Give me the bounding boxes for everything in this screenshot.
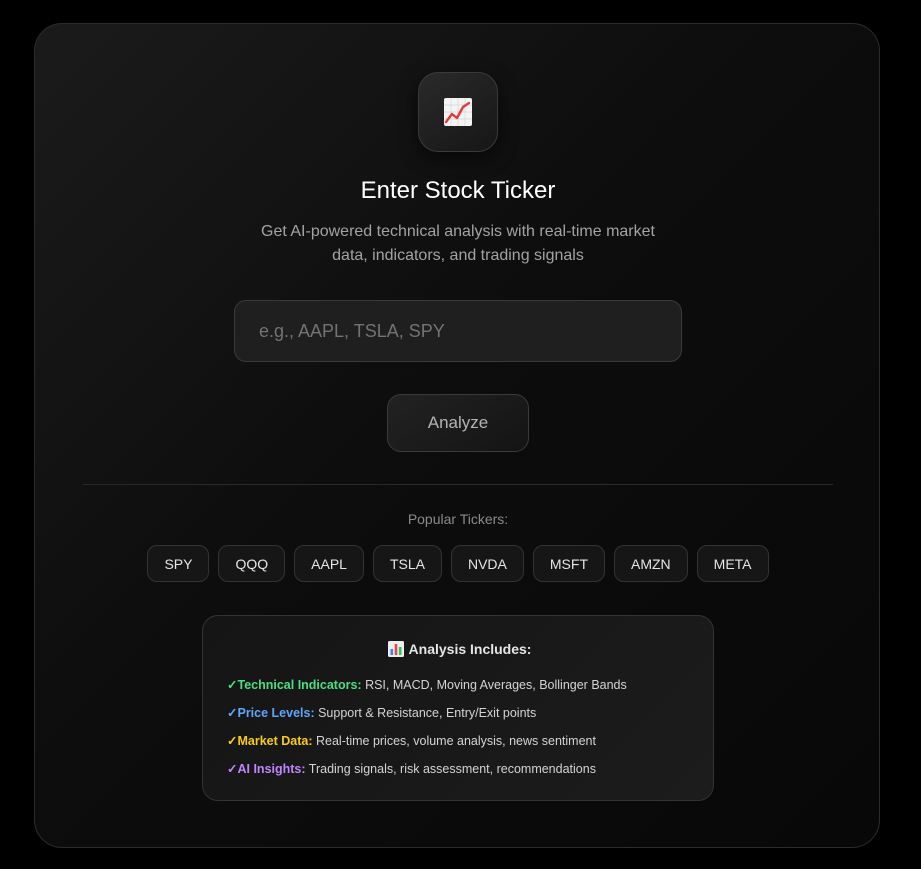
ticker-chip-tsla[interactable]: TSLA [372, 545, 442, 582]
check-icon: ✓ [227, 678, 238, 692]
feature-text: RSI, MACD, Moving Averages, Bollinger Ba… [361, 678, 627, 692]
ticker-chip-qqq[interactable]: QQQ [218, 545, 286, 582]
popular-tickers-list: SPY QQQ AAPL TSLA NVDA MSFT AMZN META [35, 545, 881, 582]
analysis-includes-panel: Analysis Includes: ✓Technical Indicators… [202, 615, 714, 801]
logo-badge [418, 72, 498, 152]
ticker-chip-meta[interactable]: META [696, 545, 769, 582]
check-icon: ✓ [227, 706, 238, 720]
feature-text: Support & Resistance, Entry/Exit points [314, 706, 537, 720]
divider [83, 484, 833, 485]
feature-label: Price Levels: [237, 706, 315, 720]
ticker-chip-amzn[interactable]: AMZN [614, 545, 688, 582]
feature-text: Real-time prices, volume analysis, news … [312, 734, 596, 748]
ticker-chip-aapl[interactable]: AAPL [294, 545, 364, 582]
ticker-card: Enter Stock Ticker Get AI-powered techni… [34, 23, 880, 848]
check-icon: ✓ [227, 734, 238, 748]
page-subtitle: Get AI-powered technical analysis with r… [261, 223, 655, 264]
feature-item-ai-insights: ✓AI Insights: Trading signals, risk asse… [227, 761, 596, 776]
chart-increasing-icon [444, 98, 472, 126]
bar-chart-icon [387, 641, 404, 657]
check-icon: ✓ [227, 762, 238, 776]
ticker-chip-msft[interactable]: MSFT [532, 545, 605, 582]
feature-item-market-data: ✓Market Data: Real-time prices, volume a… [227, 733, 596, 748]
feature-label: Market Data: [237, 734, 313, 748]
analysis-includes-title-text: Analysis Includes: [408, 641, 532, 657]
ticker-chip-nvda[interactable]: NVDA [450, 545, 524, 582]
page-title: Enter Stock Ticker [360, 177, 556, 204]
feature-text: Trading signals, risk assessment, recomm… [305, 762, 596, 776]
ticker-chip-spy[interactable]: SPY [147, 545, 210, 582]
ticker-input[interactable] [234, 300, 682, 362]
feature-item-technical-indicators: ✓Technical Indicators: RSI, MACD, Moving… [227, 677, 627, 692]
feature-item-price-levels: ✓Price Levels: Support & Resistance, Ent… [227, 705, 536, 720]
feature-label: AI Insights: [237, 762, 306, 776]
analyze-button[interactable]: Analyze [387, 394, 529, 452]
feature-label: Technical Indicators: [237, 678, 362, 692]
analysis-includes-title: Analysis Includes: [203, 640, 715, 658]
popular-tickers-label: Popular Tickers: [407, 511, 509, 527]
